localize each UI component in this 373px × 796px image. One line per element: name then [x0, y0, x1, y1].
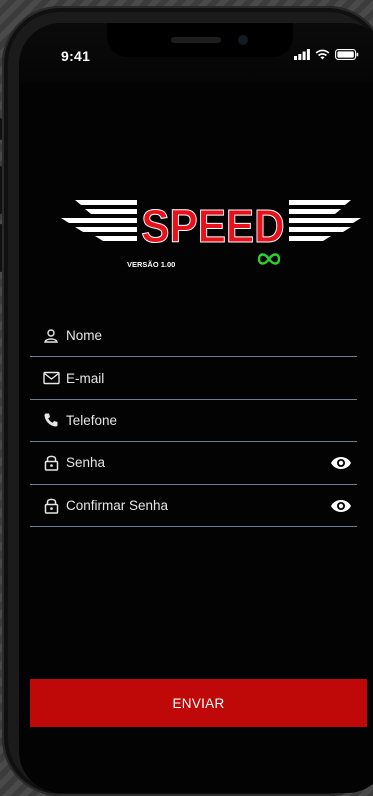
status-time: 9:41: [61, 48, 91, 64]
email-field-label: E-mail: [66, 370, 105, 386]
password-field-label: Senha: [66, 455, 106, 471]
mail-icon: [42, 369, 60, 387]
submit-button[interactable]: ENVIAR: [30, 679, 367, 727]
name-field-label: Nome: [66, 328, 103, 344]
left-wing-stripes: [61, 200, 137, 241]
signup-form: Nome E-mail Telefone Senha Confirmar Sen…: [30, 315, 357, 527]
user-icon: [42, 327, 60, 345]
show-confirm-password-eye-icon[interactable]: [329, 496, 353, 516]
phone-frame: 9:41 SPEED VERSÃO 1.00 Nome E-mail Telef…: [0, 6, 373, 796]
signal-icon: [294, 49, 310, 60]
volume-down-button: [0, 224, 2, 272]
logo-brand-text: SPEED: [141, 201, 284, 252]
email-field[interactable]: E-mail: [30, 357, 357, 400]
logo-version-text: VERSÃO 1.00: [127, 260, 175, 269]
speed-logo: SPEED VERSÃO 1.00: [61, 190, 361, 280]
confirm-password-field[interactable]: Confirmar Senha: [30, 485, 357, 527]
volume-up-button: [0, 166, 2, 214]
battery-icon: [335, 49, 359, 60]
lock-icon: [42, 496, 60, 514]
app-screen: 9:41 SPEED VERSÃO 1.00 Nome E-mail Telef…: [19, 23, 373, 793]
right-wing-stripes: [289, 200, 361, 241]
infinity-icon: [257, 253, 281, 265]
notch: [107, 23, 293, 57]
front-camera: [238, 35, 248, 45]
speed-logo-graphic: SPEED VERSÃO 1.00: [61, 200, 361, 269]
lock-icon: [42, 454, 60, 472]
status-bar: 9:41: [19, 23, 373, 83]
show-password-eye-icon[interactable]: [329, 453, 353, 473]
mute-switch: [0, 118, 2, 140]
phone-icon: [42, 411, 60, 429]
phone-field-label: Telefone: [66, 412, 118, 428]
confirm-password-field-label: Confirmar Senha: [66, 497, 169, 513]
system-icons: [294, 49, 359, 60]
name-field[interactable]: Nome: [30, 315, 357, 358]
wifi-icon: [315, 49, 330, 60]
password-field[interactable]: Senha: [30, 442, 357, 485]
speaker-grille: [171, 37, 221, 43]
phone-field[interactable]: Telefone: [30, 400, 357, 443]
